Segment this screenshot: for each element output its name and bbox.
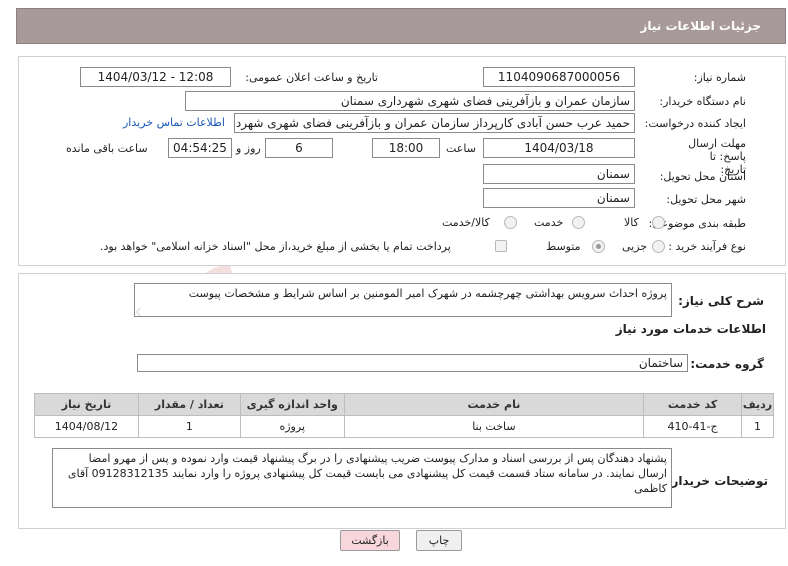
process-option-medium: متوسط	[546, 240, 581, 253]
page-title: جزئیات اطلاعات نیاز	[640, 19, 761, 33]
remaining-time-label: ساعت باقی مانده	[66, 142, 148, 155]
city-label: شهر محل تحویل:	[666, 193, 746, 206]
process-label: نوع فرآیند خرید :	[668, 240, 746, 253]
summary-label: شرح کلی نیاز:	[678, 294, 764, 308]
category-radio-goods[interactable]	[652, 216, 665, 229]
buyer-org-field[interactable]: سازمان عمران و بازآفرینی فضای شهری شهردا…	[185, 91, 635, 111]
column-header-quantity: تعداد / مقدار	[137, 393, 241, 416]
category-radio-service[interactable]	[572, 216, 585, 229]
category-option-service: خدمت	[534, 216, 564, 229]
print-button[interactable]: چاپ	[416, 530, 462, 551]
buyer-notes-textarea[interactable]: پشنهاد دهندگان پس از بررسی اسناد و مدارک…	[52, 448, 672, 508]
city-field[interactable]: سمنان	[483, 188, 635, 208]
column-header-unit: واحد اندازه گیری	[239, 393, 345, 416]
table-row[interactable]: 1 ج-41-410 ساخت بنا پروژه 1 1404/08/12	[34, 415, 774, 438]
process-option-minor: جزیی	[622, 240, 648, 253]
category-option-goods-service: کالا/خدمت	[442, 216, 490, 229]
resize-grip-icon[interactable]	[135, 307, 145, 316]
buyer-org-label: نام دستگاه خریدار:	[659, 95, 746, 108]
cell-unit: پروژه	[239, 415, 345, 438]
treasury-payment-checkbox[interactable]	[495, 240, 507, 252]
summary-text: پروژه احداث سرویس بهداشتی چهرچشمه در شهر…	[188, 287, 667, 300]
deadline-time-field[interactable]: 18:00	[372, 138, 440, 158]
province-field[interactable]: سمنان	[483, 164, 635, 184]
cell-need-date: 1404/08/12	[34, 415, 139, 438]
category-radio-goods-service[interactable]	[504, 216, 517, 229]
need-number-field[interactable]: 1104090687000056	[483, 67, 635, 87]
days-label: روز و	[236, 142, 261, 155]
remaining-time-field[interactable]: 04:54:25	[168, 138, 232, 158]
service-group-label: گروه خدمت:	[690, 357, 764, 371]
summary-textarea[interactable]: پروژه احداث سرویس بهداشتی چهرچشمه در شهر…	[134, 283, 672, 317]
requester-field[interactable]: حمید عرب حسن آبادی کارپرداز سازمان عمران…	[234, 113, 635, 133]
column-header-need-date: تاریخ نیاز	[34, 393, 139, 416]
buyer-notes-text: پشنهاد دهندگان پس از بررسی اسناد و مدارک…	[67, 452, 667, 495]
treasury-payment-note: پرداخت تمام یا بخشی از مبلغ خرید،از محل …	[100, 240, 451, 253]
need-details-panel	[18, 56, 786, 266]
announce-label: تاریخ و ساعت اعلان عمومی:	[245, 71, 378, 84]
announce-field[interactable]: 1404/03/12 - 12:08	[80, 67, 231, 87]
requester-label: ایجاد کننده درخواست:	[644, 117, 746, 130]
buyer-contact-link[interactable]: اطلاعات تماس خریدار	[123, 116, 225, 129]
deadline-date-field[interactable]: 1404/03/18	[483, 138, 635, 158]
cell-quantity: 1	[137, 415, 241, 438]
cell-service-name: ساخت بنا	[343, 415, 645, 438]
column-header-row-number: ردیف	[741, 393, 774, 416]
category-option-goods: کالا	[624, 216, 639, 229]
column-header-service-code: کد خدمت	[643, 393, 743, 416]
back-button[interactable]: بازگشت	[340, 530, 400, 551]
province-label: استان محل تحویل:	[659, 170, 746, 183]
process-radio-minor[interactable]	[652, 240, 665, 253]
need-number-label: شماره نیاز:	[693, 71, 746, 84]
page-header: جزئیات اطلاعات نیاز	[16, 8, 786, 44]
service-group-field[interactable]: ساختمان	[137, 354, 688, 372]
cell-service-code: ج-41-410	[643, 415, 743, 438]
cell-row-number: 1	[741, 415, 774, 438]
table-header-row: ردیف کد خدمت نام خدمت واحد اندازه گیری ت…	[34, 393, 774, 416]
services-section-title: اطلاعات خدمات مورد نیاز	[615, 322, 766, 336]
deadline-time-label: ساعت	[446, 142, 476, 155]
process-radio-medium[interactable]	[592, 240, 605, 253]
column-header-service-name: نام خدمت	[343, 393, 645, 416]
days-remaining-field[interactable]: 6	[265, 138, 333, 158]
buyer-notes-label: توضیحات خریدار:	[666, 474, 768, 488]
services-table: ردیف کد خدمت نام خدمت واحد اندازه گیری ت…	[34, 393, 774, 438]
